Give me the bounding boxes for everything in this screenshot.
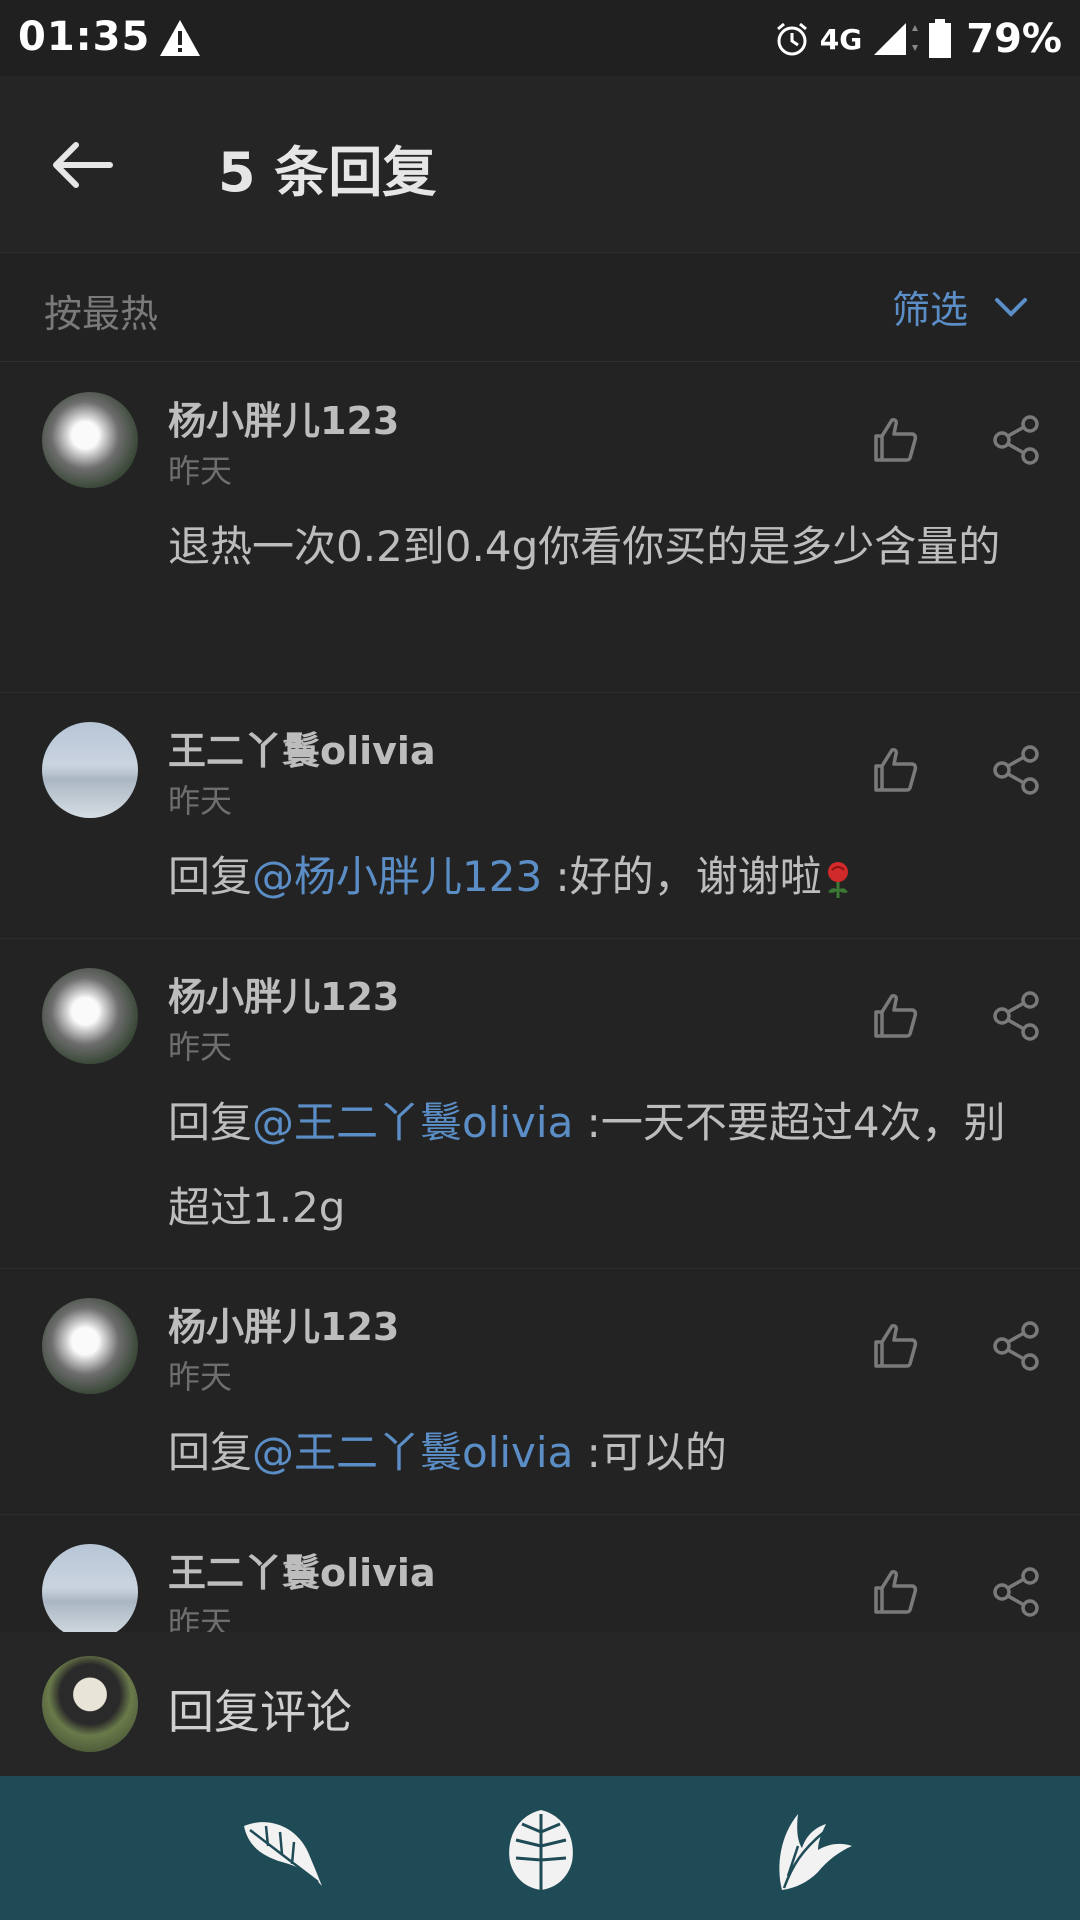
comment-username[interactable]: 王二丫鬟olivia xyxy=(168,1542,436,1597)
comment-time: 昨天 xyxy=(168,452,233,490)
status-bar: 01:35 4G 79% xyxy=(0,0,1080,76)
battery-percent: 79% xyxy=(966,16,1062,62)
sort-label[interactable]: 按最热 xyxy=(44,283,158,338)
comment-text: 回复@王二丫鬟olivia :一天不要超过4次，别超过1.2g xyxy=(168,1080,1028,1250)
battery-icon xyxy=(929,19,952,58)
comment-time: 昨天 xyxy=(168,1028,233,1066)
reply-prefix: 回复 xyxy=(168,852,253,901)
comment-time: 昨天 xyxy=(168,1604,233,1632)
thumbs-up-icon[interactable] xyxy=(868,412,924,468)
reply-prefix: 回复 xyxy=(168,1098,253,1147)
reply-prefix: 回复 xyxy=(168,1428,253,1477)
filter-label: 筛选 xyxy=(891,288,968,332)
avatar[interactable] xyxy=(42,392,138,488)
thumbs-up-icon[interactable] xyxy=(868,1318,924,1374)
comment-username[interactable]: 杨小胖儿123 xyxy=(168,1296,399,1351)
avatar[interactable] xyxy=(42,1298,138,1394)
signal-icon xyxy=(874,23,919,55)
comment-body: :可以的 xyxy=(573,1428,727,1477)
comment-username[interactable]: 杨小胖儿123 xyxy=(168,390,399,445)
current-user-avatar xyxy=(42,1656,138,1752)
comment-list[interactable]: 杨小胖儿123 昨天 退热一次0.2到0.4g你看你买的是多少含量的 王二丫鬟o… xyxy=(0,362,1080,1632)
bottom-nav xyxy=(0,1776,1080,1920)
arrow-left-icon[interactable] xyxy=(40,120,130,210)
share-icon[interactable] xyxy=(988,988,1044,1044)
comment-username[interactable]: 杨小胖儿123 xyxy=(168,966,399,1021)
share-icon[interactable] xyxy=(988,1318,1044,1374)
thumbs-up-icon[interactable] xyxy=(868,988,924,1044)
comment-body: 退热一次0.2到0.4g你看你买的是多少含量的 xyxy=(168,522,1001,571)
avatar[interactable] xyxy=(42,968,138,1064)
avatar[interactable] xyxy=(42,1544,138,1632)
comment-item: 杨小胖儿123 昨天 回复@王二丫鬟olivia :一天不要超过4次，别超过1.… xyxy=(0,938,1080,1269)
page-title: 5 条回复 xyxy=(218,141,437,204)
thumbs-up-icon[interactable] xyxy=(868,742,924,798)
comment-body: :好的，谢谢啦 xyxy=(542,852,822,901)
comment-item: 王二丫鬟olivia 昨天 回复@杨小胖儿123 :好的，谢谢啦 xyxy=(0,692,1080,939)
thumbs-up-icon[interactable] xyxy=(868,1564,924,1620)
mention-link[interactable]: @王二丫鬟olivia xyxy=(252,1098,573,1147)
sort-bar: 按最热 筛选 xyxy=(0,252,1080,362)
comment-text: 退热一次0.2到0.4g你看你买的是多少含量的 xyxy=(168,504,1028,589)
comment-item: 杨小胖儿123 昨天 退热一次0.2到0.4g你看你买的是多少含量的 xyxy=(0,362,1080,693)
chevron-down-icon xyxy=(995,297,1027,317)
comment-item: 王二丫鬟olivia 昨天 xyxy=(0,1514,1080,1632)
comment-item: 杨小胖儿123 昨天 回复@王二丫鬟olivia :可以的 xyxy=(0,1268,1080,1515)
comment-time: 昨天 xyxy=(168,782,233,820)
status-time: 01:35 xyxy=(18,14,151,60)
share-icon[interactable] xyxy=(988,412,1044,468)
share-icon[interactable] xyxy=(988,1564,1044,1620)
filter-button[interactable]: 筛选 xyxy=(892,279,1028,334)
comment-time: 昨天 xyxy=(168,1358,233,1396)
reply-bar: 回复评论 xyxy=(0,1632,1080,1776)
mention-link[interactable]: @杨小胖儿123 xyxy=(252,852,542,901)
warning-icon xyxy=(160,20,200,56)
share-icon[interactable] xyxy=(988,742,1044,798)
avatar[interactable] xyxy=(42,722,138,818)
comment-text: 回复@王二丫鬟olivia :可以的 xyxy=(168,1410,1028,1495)
mention-link[interactable]: @王二丫鬟olivia xyxy=(252,1428,573,1477)
reply-input[interactable]: 回复评论 xyxy=(168,1676,352,1742)
rose-emoji-icon xyxy=(827,861,848,898)
app-toolbar: 5 条回复 xyxy=(0,76,1080,252)
comment-username[interactable]: 王二丫鬟olivia xyxy=(168,720,436,775)
alarm-icon xyxy=(776,22,807,56)
status-right: 4G 79% xyxy=(774,14,1062,64)
comment-text: 回复@杨小胖儿123 :好的，谢谢啦 xyxy=(168,834,1028,919)
monstera-leaf-icon[interactable] xyxy=(496,1806,586,1896)
feather-leaf-icon[interactable] xyxy=(238,1806,328,1896)
palm-leaf-icon[interactable] xyxy=(768,1806,858,1896)
network-type: 4G xyxy=(819,22,863,56)
